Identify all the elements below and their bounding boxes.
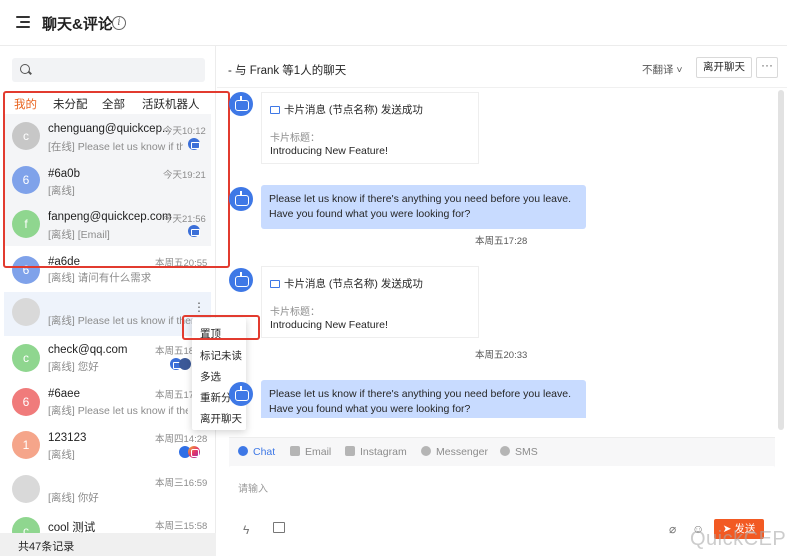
contact-name: 123123 xyxy=(48,432,87,444)
list-item-selected[interactable]: [离线] Please let us know if there ⋮ xyxy=(4,292,211,336)
message-preview: [离线] Please let us know if there xyxy=(48,315,198,327)
avatar xyxy=(12,475,40,503)
list-item[interactable]: c check@qq.com [离线] 您好 本周五18: xyxy=(4,336,211,380)
channel-label: Messenger xyxy=(436,446,488,458)
more-button[interactable]: ··· xyxy=(756,57,778,78)
bot-icon xyxy=(229,382,253,406)
page-title: 聊天&评论 xyxy=(42,16,113,33)
channel-tab-email[interactable]: Email xyxy=(290,446,331,458)
search-icon xyxy=(20,64,30,74)
timestamp: 本周五18: xyxy=(155,346,197,357)
instagram-icon xyxy=(188,446,200,458)
instagram-icon xyxy=(345,446,355,456)
channel-label: Instagram xyxy=(360,446,407,458)
message-preview: [离线] 你好 xyxy=(48,492,99,504)
email-icon xyxy=(290,446,300,456)
avatar xyxy=(12,298,40,326)
message-preview: [离线] xyxy=(48,449,75,461)
menu-collapse-icon[interactable] xyxy=(16,16,30,28)
sms-icon xyxy=(500,446,510,456)
timestamp: 本周五17: xyxy=(155,390,197,401)
translate-label: 不翻译 xyxy=(642,64,674,76)
scrollbar[interactable] xyxy=(778,90,784,430)
conversation-header: - 与 Frank 等1人的聊天 不翻译 ˅ 离开聊天 ··· xyxy=(217,46,787,88)
channel-label: Chat xyxy=(253,446,276,458)
attach-icon[interactable]: ⌀ xyxy=(669,522,676,536)
channel-label: Email xyxy=(305,446,332,458)
avatar: c xyxy=(12,344,40,372)
card-title-text: Introducing New Feature! xyxy=(270,319,388,331)
timestamp: 本周五20:33 xyxy=(475,350,528,361)
message-bubble: Please let us know if there's anything y… xyxy=(261,380,586,418)
message-list: 卡片消息 (节点名称) 发送成功 卡片标题： Introducing New F… xyxy=(217,88,777,418)
input-placeholder: 请输入 xyxy=(238,484,268,495)
message-bubble: Please let us know if there's anything y… xyxy=(261,185,586,229)
avatar: c xyxy=(12,517,40,533)
chat-icon xyxy=(238,446,248,456)
channel-tab-instagram[interactable]: Instagram xyxy=(345,446,407,458)
contact-name: cool 测试 xyxy=(48,522,96,533)
timestamp: 本周五17:28 xyxy=(475,236,528,247)
facebook-icon xyxy=(179,358,191,370)
info-icon[interactable]: i xyxy=(112,16,126,30)
list-item[interactable]: 6 #6aee [离线] Please let us know if there… xyxy=(4,380,211,424)
leave-chat-button[interactable]: 离开聊天 xyxy=(696,57,752,78)
list-item[interactable]: [离线] 你好 本周三16:59 xyxy=(4,468,211,512)
card-title-label: 卡片标题： xyxy=(270,307,320,318)
bot-icon xyxy=(229,268,253,292)
timestamp: 本周四14:28 xyxy=(155,434,208,445)
channel-tab-chat[interactable]: Chat xyxy=(238,446,275,458)
more-dots-icon[interactable]: ⋮ xyxy=(193,300,205,314)
lightning-icon[interactable]: ϟ xyxy=(243,523,249,537)
timestamp: 本周三15:58 xyxy=(155,521,208,532)
timestamp: 本周三16:59 xyxy=(155,478,208,489)
list-item[interactable]: c cool 测试 本周三15:58 xyxy=(4,512,211,533)
conversation-title: - 与 Frank 等1人的聊天 xyxy=(228,65,347,77)
top-bar: 聊天&评论 i xyxy=(0,0,787,46)
record-count: 共47条记录 xyxy=(0,533,216,556)
card-title-label: 卡片标题： xyxy=(270,133,320,144)
chevron-down-icon: ˅ xyxy=(673,64,683,76)
translate-dropdown[interactable]: 不翻译 ˅ xyxy=(642,62,683,77)
avatar: 1 xyxy=(12,431,40,459)
card-message: 卡片消息 (节点名称) 发送成功 卡片标题： Introducing New F… xyxy=(261,92,479,164)
list-item[interactable]: 1 123123 [离线] 本周四14:28 xyxy=(4,424,211,468)
card-header-text: 卡片消息 (节点名称) 发送成功 xyxy=(284,104,423,116)
message-preview: [离线] 请问有什么需求 xyxy=(48,272,152,284)
search-input[interactable] xyxy=(12,58,205,82)
message-preview: [离线] 您好 xyxy=(48,361,99,373)
bot-icon xyxy=(229,187,253,211)
card-message: 卡片消息 (节点名称) 发送成功 卡片标题： Introducing New F… xyxy=(261,266,479,338)
bot-icon xyxy=(229,92,253,116)
avatar: 6 xyxy=(12,388,40,416)
card-header: 卡片消息 (节点名称) 发送成功 xyxy=(270,276,423,291)
card-title-text: Introducing New Feature! xyxy=(270,145,388,157)
watermark-logo: QuickCEP xyxy=(690,528,787,550)
card-header: 卡片消息 (节点名称) 发送成功 xyxy=(270,102,423,117)
channel-label: SMS xyxy=(515,446,538,458)
image-icon[interactable] xyxy=(273,522,285,533)
card-icon xyxy=(270,106,280,114)
card-icon xyxy=(270,280,280,288)
channel-tab-sms[interactable]: SMS xyxy=(500,446,538,458)
messenger-icon xyxy=(421,446,431,456)
contact-name: check@qq.com xyxy=(48,344,128,356)
card-header-text: 卡片消息 (节点名称) 发送成功 xyxy=(284,278,423,290)
contact-name: #6aee xyxy=(48,388,80,400)
message-preview: [离线] Please let us know if there' xyxy=(48,405,188,417)
highlight-box xyxy=(3,91,230,268)
channel-tab-messenger[interactable]: Messenger xyxy=(421,446,488,458)
